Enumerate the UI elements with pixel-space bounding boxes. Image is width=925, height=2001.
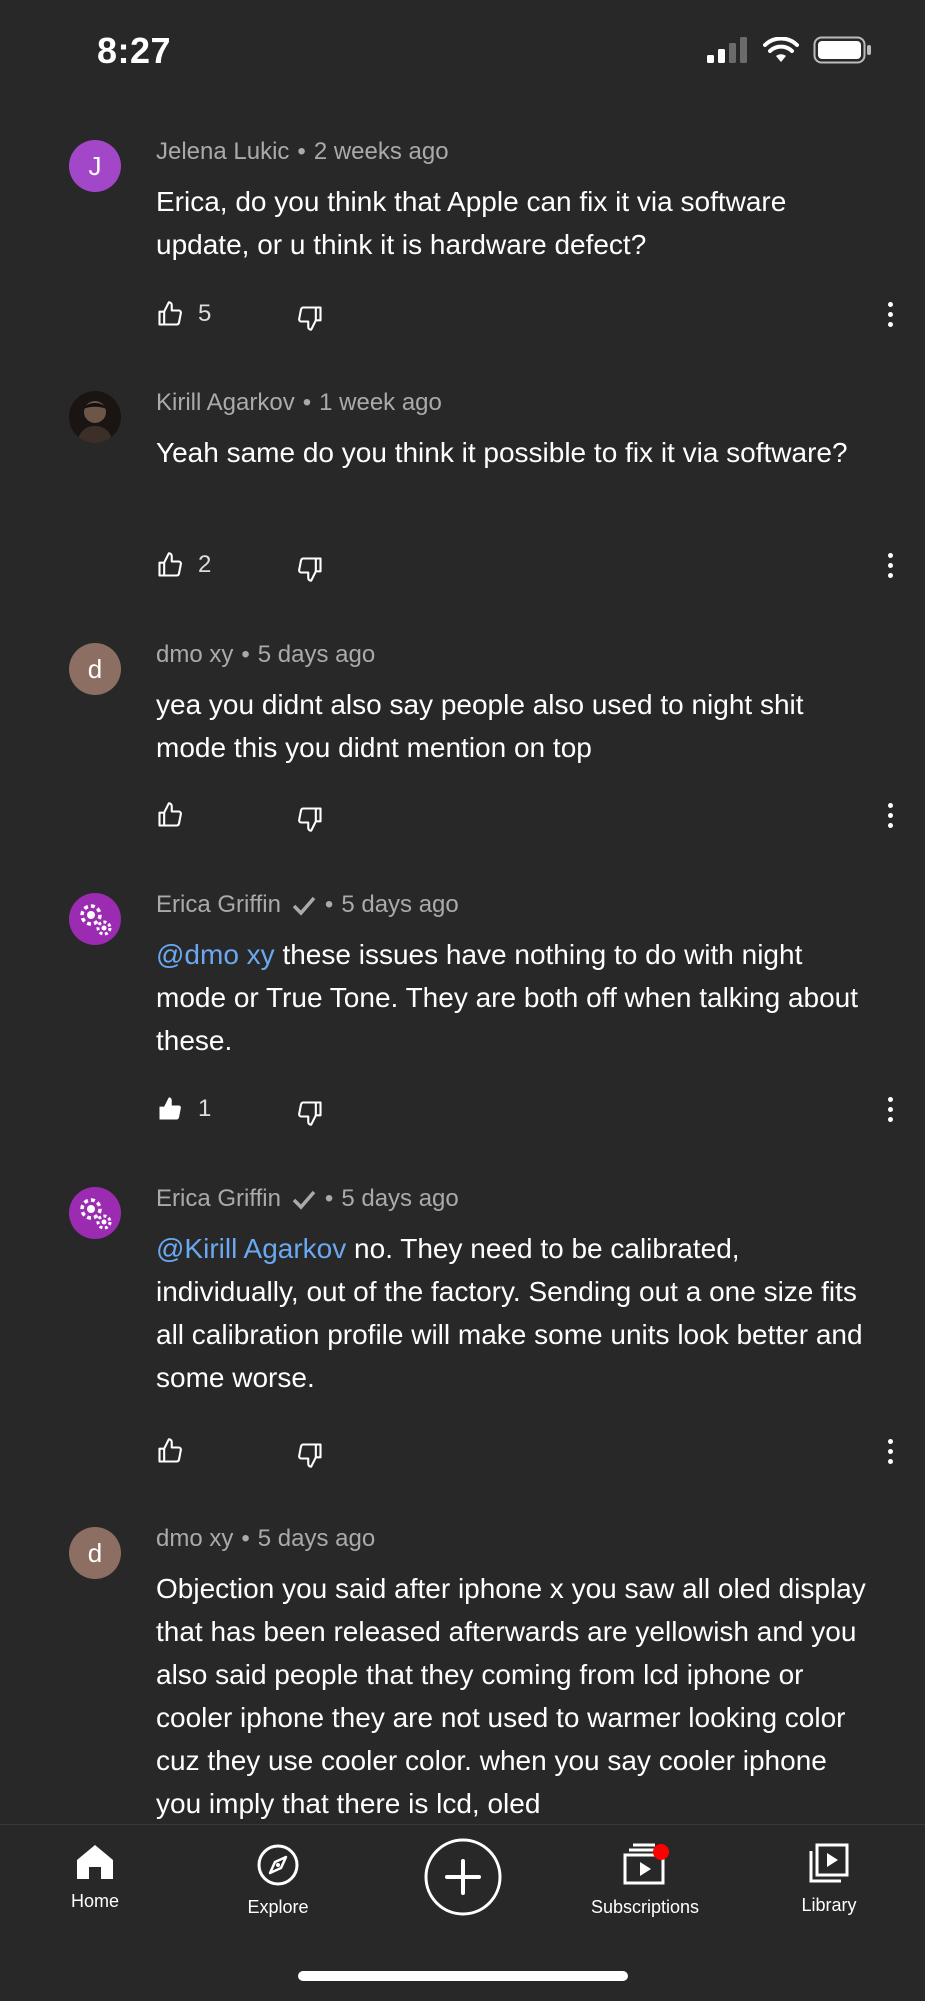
comment-age: 5 days ago xyxy=(341,891,459,918)
dislike-button[interactable] xyxy=(296,805,324,838)
nav-label: Subscriptions xyxy=(590,1897,700,1917)
thumbs-down-icon xyxy=(298,306,322,331)
comment-author[interactable]: Erica Griffin xyxy=(156,891,281,919)
status-icons xyxy=(707,36,873,64)
dislike-button[interactable] xyxy=(296,1099,324,1132)
avatar[interactable] xyxy=(69,1187,121,1239)
comment-meta: Kirill Agarkov • 1 week ago xyxy=(156,389,442,417)
more-options-button[interactable] xyxy=(884,302,896,327)
mention-link[interactable]: @Kirill Agarkov xyxy=(156,1233,346,1264)
comment-age: 5 days ago xyxy=(341,1185,459,1212)
avatar[interactable] xyxy=(69,893,121,945)
verified-check-icon xyxy=(292,896,316,916)
comment-author[interactable]: Erica Griffin xyxy=(156,1185,281,1213)
comment-meta: Erica Griffin • 5 days ago xyxy=(156,891,459,919)
mention-link[interactable]: @dmo xy xyxy=(156,939,275,970)
comment-author[interactable]: dmo xy xyxy=(156,1525,233,1553)
dislike-button[interactable] xyxy=(296,1441,324,1474)
avatar[interactable]: d xyxy=(69,1527,121,1579)
comment-text: Erica, do you think that Apple can fix i… xyxy=(156,180,876,266)
avatar[interactable]: J xyxy=(69,140,121,192)
channel-gear-logo-icon xyxy=(80,1198,112,1230)
like-count: 5 xyxy=(198,300,212,327)
thumbs-up-icon xyxy=(158,552,182,577)
avatar[interactable]: d xyxy=(69,643,121,695)
avatar-letter: J xyxy=(88,150,102,181)
comment-age: 5 days ago xyxy=(257,641,376,668)
comment-body: Objection you said after iphone x you sa… xyxy=(156,1573,866,1819)
verified-check-icon xyxy=(292,1190,316,1210)
more-options-button[interactable] xyxy=(884,1097,896,1122)
comment-actions xyxy=(156,801,896,841)
thumbs-up-filled-icon xyxy=(159,1097,181,1120)
comment-text: @dmo xy these issues have nothing to do … xyxy=(156,933,876,1062)
cellular-signal-icon xyxy=(707,37,747,63)
avatar-letter: d xyxy=(87,1537,103,1568)
comment-body: Erica, do you think that Apple can fix i… xyxy=(156,186,787,260)
comment-text: Yeah same do you think it possible to fi… xyxy=(156,431,876,474)
thumbs-up-icon xyxy=(158,301,182,326)
profile-photo-icon xyxy=(69,391,121,443)
comment-text: @Kirill Agarkov no. They need to be cali… xyxy=(156,1227,876,1399)
thumbs-up-icon xyxy=(158,802,182,827)
nav-label: Home xyxy=(70,1891,119,1911)
comment-text: Objection you said after iphone x you sa… xyxy=(156,1567,876,1825)
comment-actions xyxy=(156,1437,896,1477)
comment-text: yea you didnt also say people also used … xyxy=(156,683,876,769)
comment-meta: Erica Griffin • 5 days ago xyxy=(156,1185,459,1213)
comment-actions: 5 xyxy=(156,300,896,340)
subscriptions-icon xyxy=(623,1843,669,1885)
nav-library[interactable]: Library xyxy=(749,1843,909,1916)
thumbs-down-icon xyxy=(298,557,322,582)
create-plus-icon xyxy=(424,1838,502,1916)
like-count: 1 xyxy=(198,1095,212,1122)
nav-label: Library xyxy=(801,1895,857,1915)
channel-gear-logo-icon xyxy=(80,904,112,936)
comment-author[interactable]: Kirill Agarkov xyxy=(156,389,295,417)
nav-explore[interactable]: Explore xyxy=(198,1843,358,1918)
like-button[interactable] xyxy=(156,801,198,829)
status-time: 8:27 xyxy=(97,30,172,71)
comment-body: yea you didnt also say people also used … xyxy=(156,689,804,763)
battery-icon xyxy=(813,36,871,64)
comment-body: Yeah same do you think it possible to fi… xyxy=(156,437,848,468)
thumbs-down-icon xyxy=(298,1101,322,1126)
wifi-icon xyxy=(763,37,799,62)
library-icon xyxy=(809,1843,849,1883)
status-bar: 8:27 xyxy=(0,0,925,100)
comment-age: 2 weeks ago xyxy=(313,138,449,165)
nav-label: Explore xyxy=(247,1897,309,1917)
thumbs-down-icon xyxy=(298,807,322,832)
nav-home[interactable]: Home xyxy=(15,1843,175,1912)
comment-actions: 1 xyxy=(156,1095,896,1135)
like-button[interactable] xyxy=(156,1437,198,1465)
comment-author[interactable]: Jelena Lukic xyxy=(156,138,289,166)
more-options-button[interactable] xyxy=(884,553,896,578)
like-count: 2 xyxy=(198,551,212,578)
comment-meta: dmo xy • 5 days ago xyxy=(156,1525,376,1553)
home-icon xyxy=(77,1845,113,1879)
like-button[interactable]: 2 xyxy=(156,551,211,579)
dislike-button[interactable] xyxy=(296,555,324,588)
like-button[interactable]: 5 xyxy=(156,300,211,328)
thumbs-down-icon xyxy=(298,1443,322,1468)
avatar[interactable] xyxy=(69,391,121,443)
like-button[interactable]: 1 xyxy=(156,1095,211,1123)
comment-age: 1 week ago xyxy=(319,389,442,416)
more-options-button[interactable] xyxy=(884,1439,896,1464)
comment-author[interactable]: dmo xy xyxy=(156,641,233,669)
comment-meta: dmo xy • 5 days ago xyxy=(156,641,376,669)
thumbs-up-icon xyxy=(158,1438,182,1463)
create-button[interactable] xyxy=(383,1837,543,1917)
home-indicator xyxy=(298,1971,628,1981)
more-options-button[interactable] xyxy=(884,803,896,828)
comment-meta: Jelena Lukic • 2 weeks ago xyxy=(156,138,449,166)
dislike-button[interactable] xyxy=(296,304,324,337)
avatar-letter: d xyxy=(87,653,103,684)
comment-age: 5 days ago xyxy=(257,1525,376,1552)
compass-icon xyxy=(257,1844,299,1886)
nav-subscriptions[interactable]: Subscriptions xyxy=(565,1843,725,1918)
comment-actions: 2 xyxy=(156,551,896,591)
